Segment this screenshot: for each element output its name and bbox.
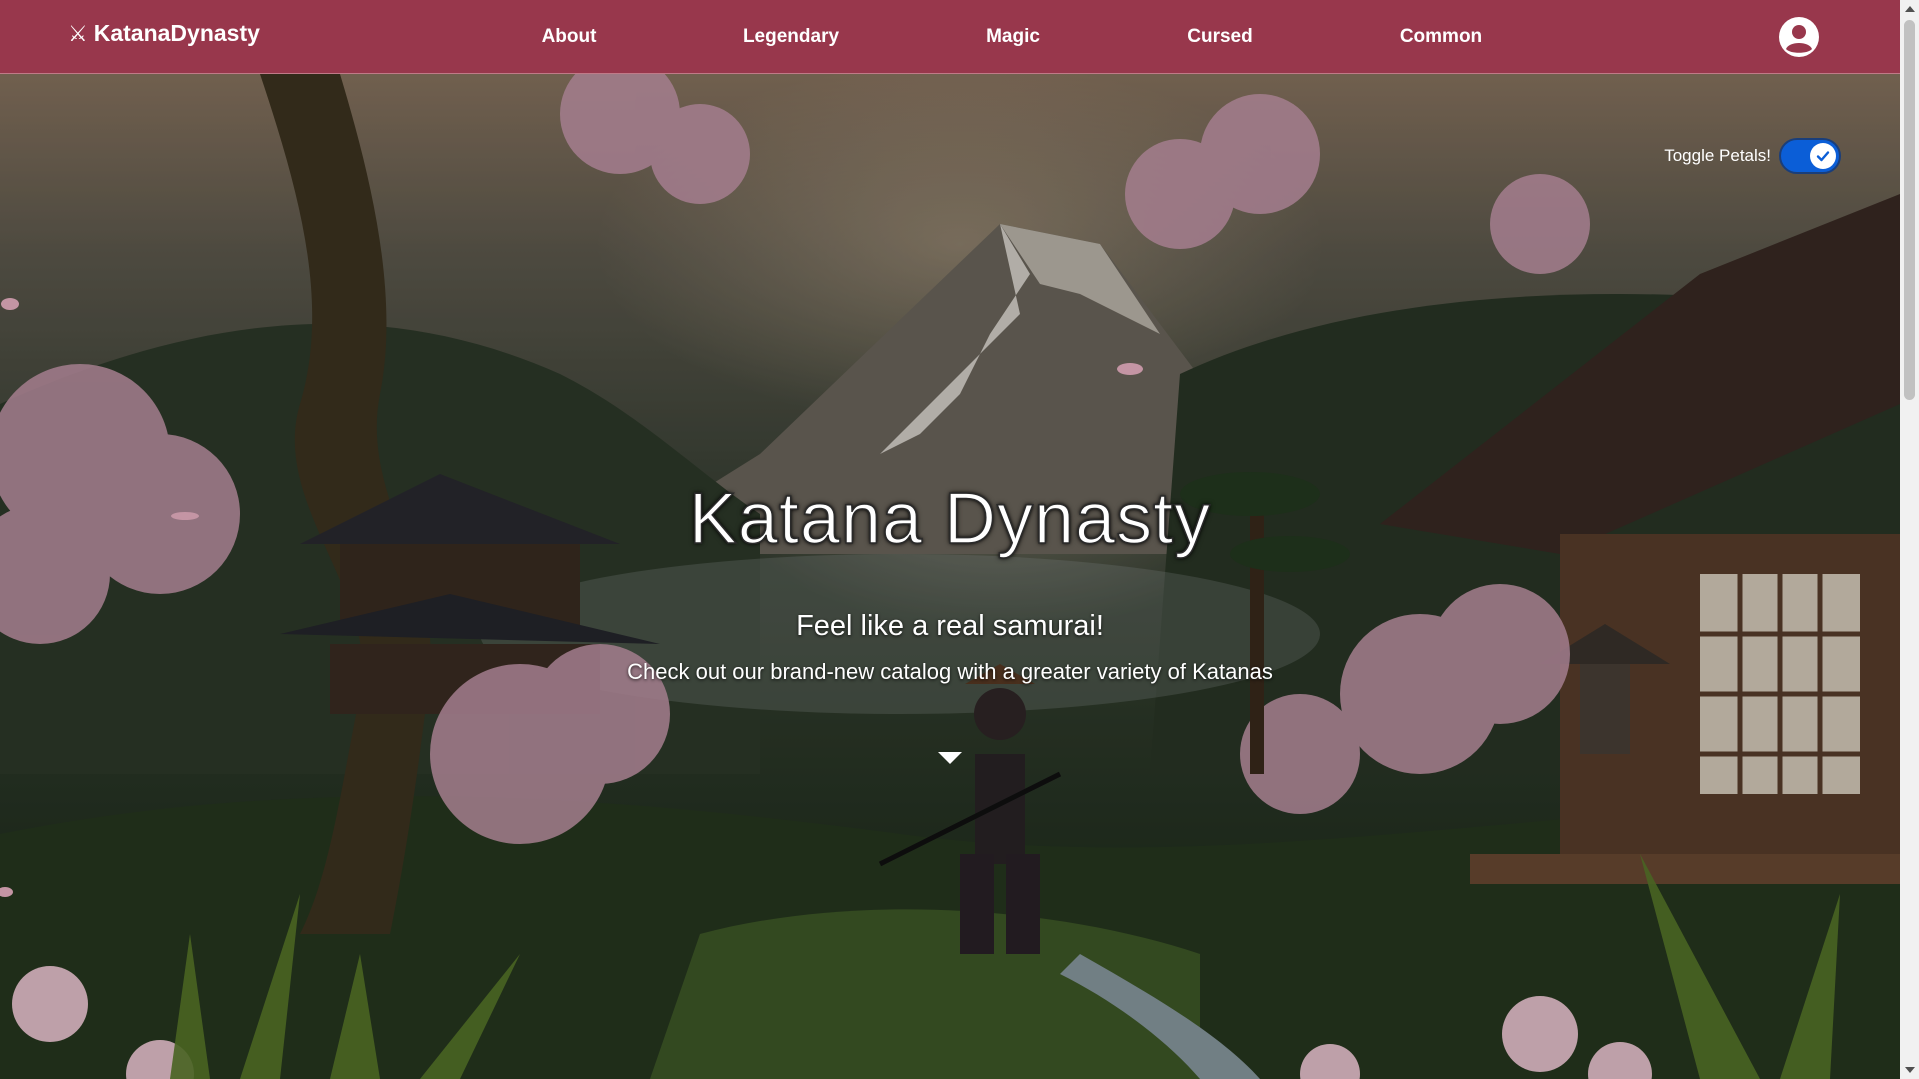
toggle-petals-label: Toggle Petals! [1664,146,1771,165]
nav-link-common[interactable]: Common [1400,26,1482,48]
scroll-down-caret-icon[interactable] [938,752,962,764]
hero-subtitle: Feel like a real samurai! [796,610,1104,642]
nav-link-about[interactable]: About [542,26,597,48]
scrollbar-thumb[interactable] [1904,20,1915,400]
hero-overlay [0,74,1900,1079]
hero-title: Katana Dynasty [688,478,1212,560]
page-scrollbar[interactable] [1900,0,1919,1079]
hero-description: Check out our brand-new catalog with a g… [627,659,1273,684]
brand-name: KatanaDynasty [93,20,260,46]
scroll-up-arrow-icon[interactable] [1905,6,1915,12]
user-circle-icon[interactable] [1778,16,1820,58]
nav-link-magic[interactable]: Magic [986,26,1040,48]
nav-link-legendary[interactable]: Legendary [743,26,839,48]
nav-link-cursed[interactable]: Cursed [1187,26,1252,48]
crossed-swords-icon: ⚔ [68,20,88,46]
brand-link[interactable]: ⚔ KatanaDynasty [68,20,260,47]
navbar: ⚔ KatanaDynasty About Legendary Magic Cu… [0,0,1900,74]
check-icon [1810,143,1836,169]
toggle-petals-switch[interactable] [1779,138,1841,174]
hero-section [0,74,1900,1079]
toggle-petals-control: Toggle Petals! [1664,138,1841,174]
scroll-down-arrow-icon[interactable] [1905,1067,1915,1073]
